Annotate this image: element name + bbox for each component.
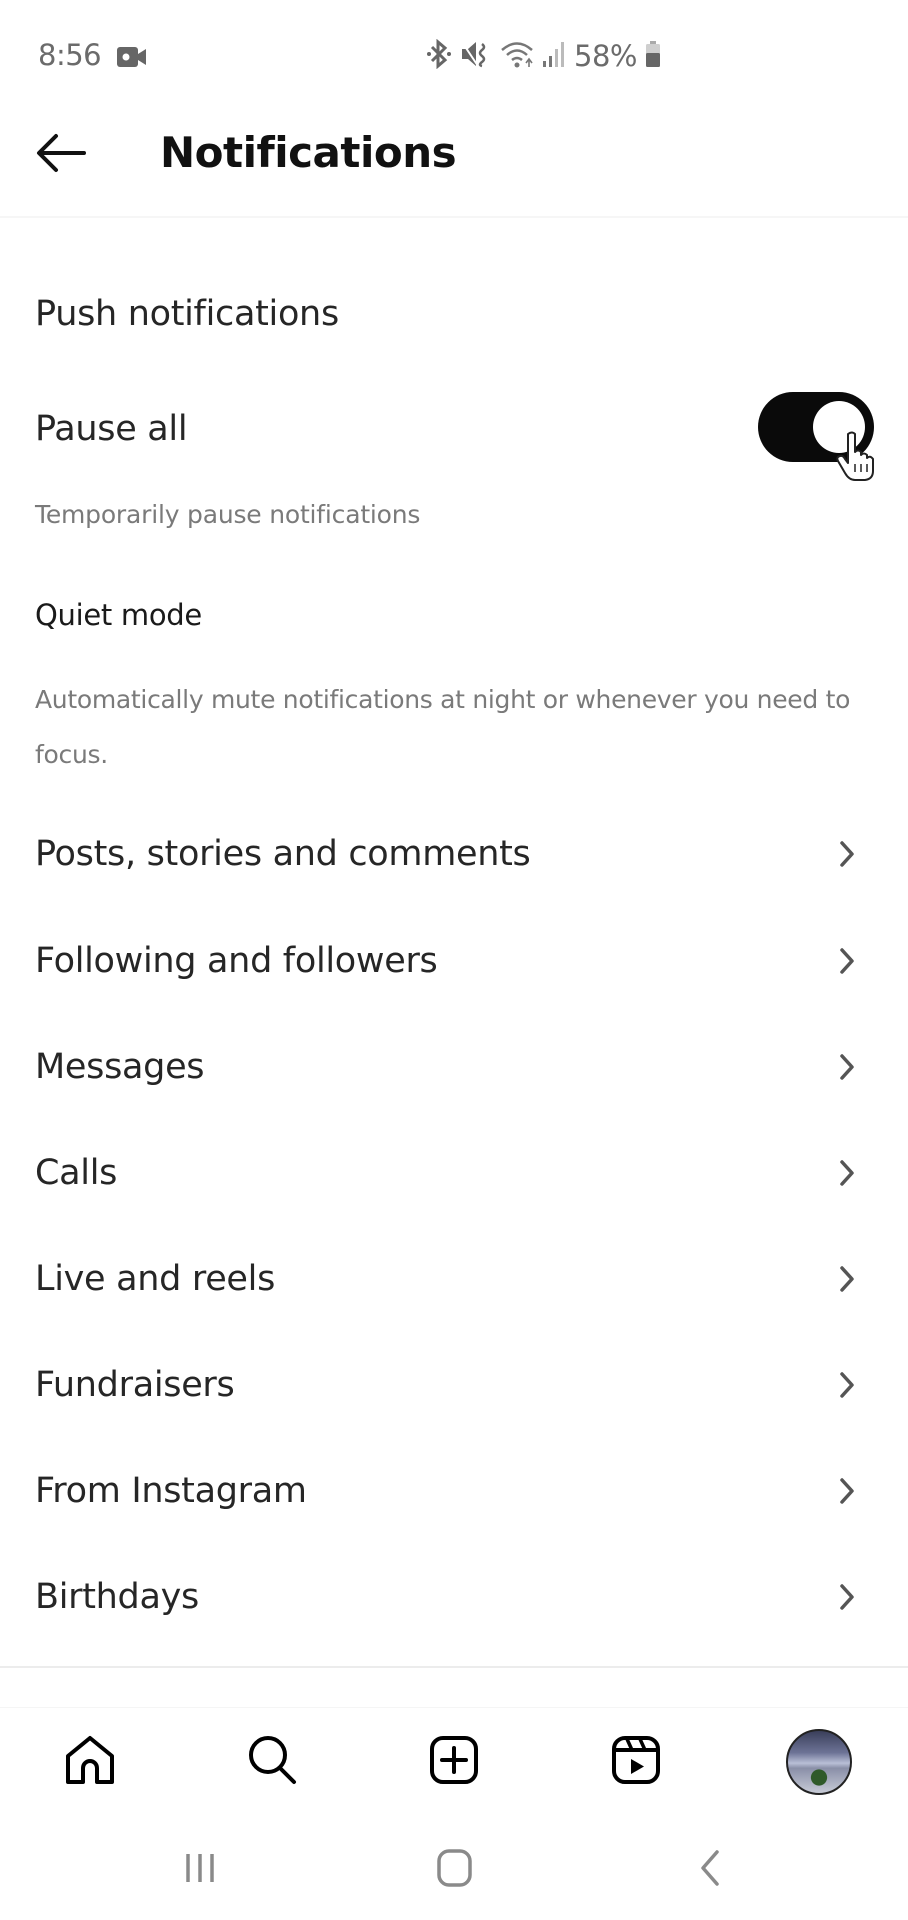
battery-percent: 58% [574,39,637,73]
header-divider [0,216,908,218]
row-label: Fundraisers [35,1365,235,1405]
list-divider [0,1666,908,1668]
quiet-mode-description: Automatically mute notifications at nigh… [35,685,851,769]
chevron-right-icon [836,1476,858,1506]
status-icons: 58% [426,38,661,74]
pause-all-label: Pause all [35,409,188,449]
signal-icon [542,39,566,73]
chevron-right-icon [836,1158,858,1188]
mute-vibrate-icon [460,39,492,73]
system-home-icon [435,1848,475,1892]
row-label: Posts, stories and comments [35,834,531,874]
video-record-icon [117,46,147,68]
status-time: 8:56 [38,38,102,72]
system-home-button[interactable] [425,1845,485,1895]
row-following-followers[interactable]: Following and followers [0,908,908,1014]
row-messages[interactable]: Messages [0,1014,908,1120]
row-label: From Instagram [35,1471,307,1511]
chevron-right-icon [836,1582,858,1612]
row-fundraisers[interactable]: Fundraisers [0,1332,908,1438]
row-posts-stories-comments[interactable]: Posts, stories and comments [0,801,908,907]
quiet-mode-label[interactable]: Quiet mode [35,598,202,632]
tab-bar-divider [0,1707,908,1708]
system-back-button[interactable] [680,1845,740,1895]
row-label: Calls [35,1153,118,1193]
pause-all-description: Temporarily pause notifications [35,500,421,529]
row-from-instagram[interactable]: From Instagram [0,1438,908,1544]
system-back-icon [695,1848,725,1892]
row-label: Birthdays [35,1577,199,1617]
battery-icon [645,39,661,73]
tab-reels[interactable] [604,1730,668,1794]
bluetooth-icon [426,38,452,73]
row-calls[interactable]: Calls [0,1120,908,1226]
row-label: Following and followers [35,941,438,981]
chevron-right-icon [836,839,858,869]
row-label: Messages [35,1047,205,1087]
recent-apps-button[interactable] [170,1845,230,1895]
home-icon [64,1734,116,1790]
wifi-icon [500,39,534,73]
chevron-right-icon [836,1370,858,1400]
arrow-left-icon [34,133,86,177]
row-birthdays[interactable]: Birthdays [0,1544,908,1650]
back-button[interactable] [30,130,90,180]
hand-cursor-icon [836,430,876,482]
tab-home[interactable] [58,1730,122,1794]
chevron-right-icon [836,1264,858,1294]
page-title: Notifications [160,128,457,177]
search-icon [246,1734,298,1790]
tab-profile-avatar[interactable] [786,1729,852,1795]
reels-icon [611,1735,661,1789]
section-title-push-notifications: Push notifications [35,294,339,334]
row-live-reels[interactable]: Live and reels [0,1226,908,1332]
tab-search[interactable] [240,1730,304,1794]
chevron-right-icon [836,1052,858,1082]
recent-apps-icon [182,1850,218,1890]
tab-create[interactable] [422,1730,486,1794]
row-label: Live and reels [35,1259,276,1299]
chevron-right-icon [836,946,858,976]
create-post-icon [429,1735,479,1789]
